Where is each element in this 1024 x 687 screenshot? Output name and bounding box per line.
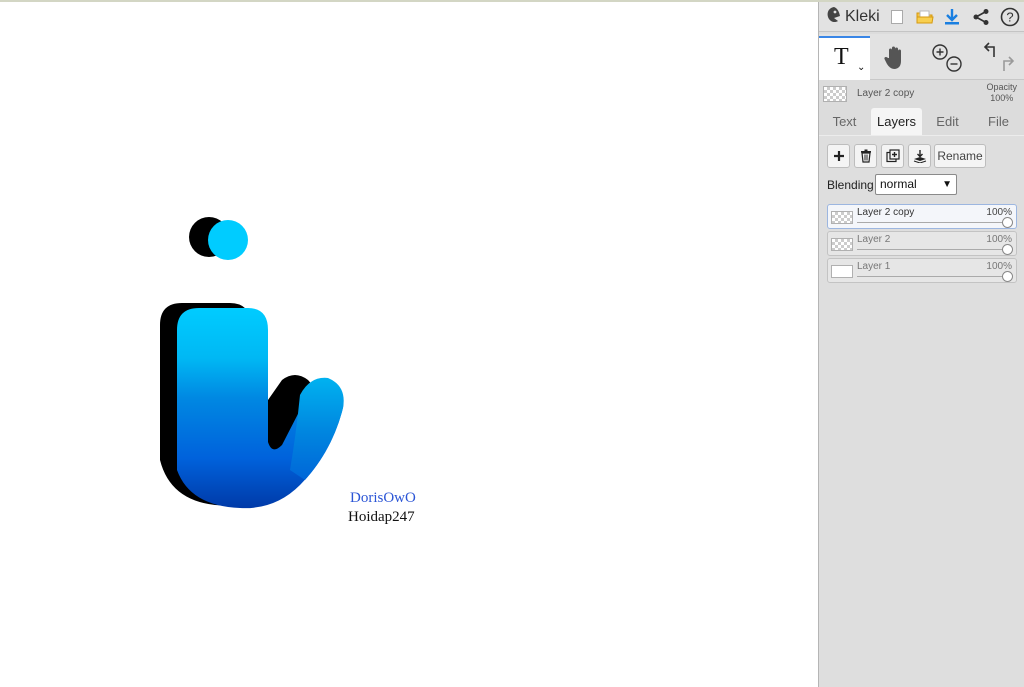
layer-row[interactable]: Layer 2 copy 100% [827,204,1017,229]
logo-icon [825,6,843,29]
tab-layers[interactable]: Layers [871,108,922,135]
active-layer-name: Layer 2 copy [857,88,915,99]
signature-dorisowo: DorisOwO [350,490,416,506]
help-icon[interactable]: ? [999,6,1021,28]
chevron-down-icon[interactable]: ⌄ [857,62,865,73]
blending-select[interactable]: normal ▼ [875,174,957,195]
delete-layer-icon [860,149,871,163]
chevron-down-icon: ▼ [942,179,952,190]
blending-value: normal [880,177,917,191]
layer-name: Layer 1 [857,261,891,272]
zoom-in-icon[interactable] [932,44,948,60]
opacity-label: Opacity [986,82,1017,92]
app-logo[interactable]: Kleki [825,6,880,29]
active-layer-opacity: Opacity 100% [986,82,1017,104]
duplicate-layer-button[interactable] [881,144,904,168]
zoom-buttons [923,38,971,78]
layer-thumbnail [831,211,853,224]
history-buttons [975,38,1023,78]
svg-text:?: ? [1006,10,1013,25]
layer-opacity-knob[interactable] [1002,217,1013,228]
new-image-icon[interactable] [886,6,908,28]
top-toolbar: Kleki ? [819,2,1024,32]
tab-text[interactable]: Text [819,108,870,135]
delete-layer-button[interactable] [854,144,877,168]
layer-opacity-knob[interactable] [1002,244,1013,255]
tab-file[interactable]: File [973,108,1024,135]
app-name: Kleki [845,8,880,25]
layer-opacity-slider[interactable] [857,276,1008,277]
undo-icon[interactable] [983,42,995,57]
layers-panel: Rename Blending normal ▼ Layer 2 copy 10… [819,135,1024,687]
share-icon[interactable] [970,6,992,28]
tool-row: T ⌄ [819,34,1024,80]
zoom-out-icon[interactable] [946,56,962,72]
rename-button[interactable]: Rename [934,144,986,168]
tab-edit[interactable]: Edit [922,108,973,135]
merge-down-icon [913,150,926,163]
active-layer-thumbnail [823,86,847,102]
opacity-value: 100% [990,93,1014,103]
layer-opacity-slider[interactable] [857,222,1008,223]
layer-thumbnail [831,238,853,251]
layer-name: Layer 2 [857,234,891,245]
duplicate-layer-icon [885,149,900,163]
merge-down-button[interactable] [908,144,931,168]
panel-tabs: Text Layers Edit File [819,108,1024,135]
layer-row[interactable]: Layer 2 100% [827,231,1017,256]
redo-icon[interactable] [1003,56,1015,71]
drawing-canvas[interactable]: DorisOwO Hoidap247 [0,2,818,687]
open-image-icon[interactable] [914,6,936,28]
layer-name: Layer 2 copy [857,207,915,218]
layer-opacity-knob[interactable] [1002,271,1013,282]
download-icon[interactable] [941,6,963,28]
layer-thumbnail [831,265,853,278]
active-layer-bar[interactable]: Layer 2 copy Opacity 100% [819,81,1024,107]
canvas-artwork [160,217,344,509]
text-tool-button[interactable]: T ⌄ [819,36,870,80]
side-panel: Kleki ? T ⌄ Layer 2 copy Opacity 100% Te… [818,2,1024,687]
text-tool-icon: T [834,44,849,70]
layer-row[interactable]: Layer 1 100% [827,258,1017,283]
hand-tool-icon[interactable] [871,38,919,78]
cyan-dot [208,220,248,260]
signature-hoidap247: Hoidap247 [348,509,415,525]
add-layer-icon [833,151,844,161]
blending-label: Blending [827,178,874,192]
add-layer-button[interactable] [827,144,850,168]
layer-opacity-slider[interactable] [857,249,1008,250]
